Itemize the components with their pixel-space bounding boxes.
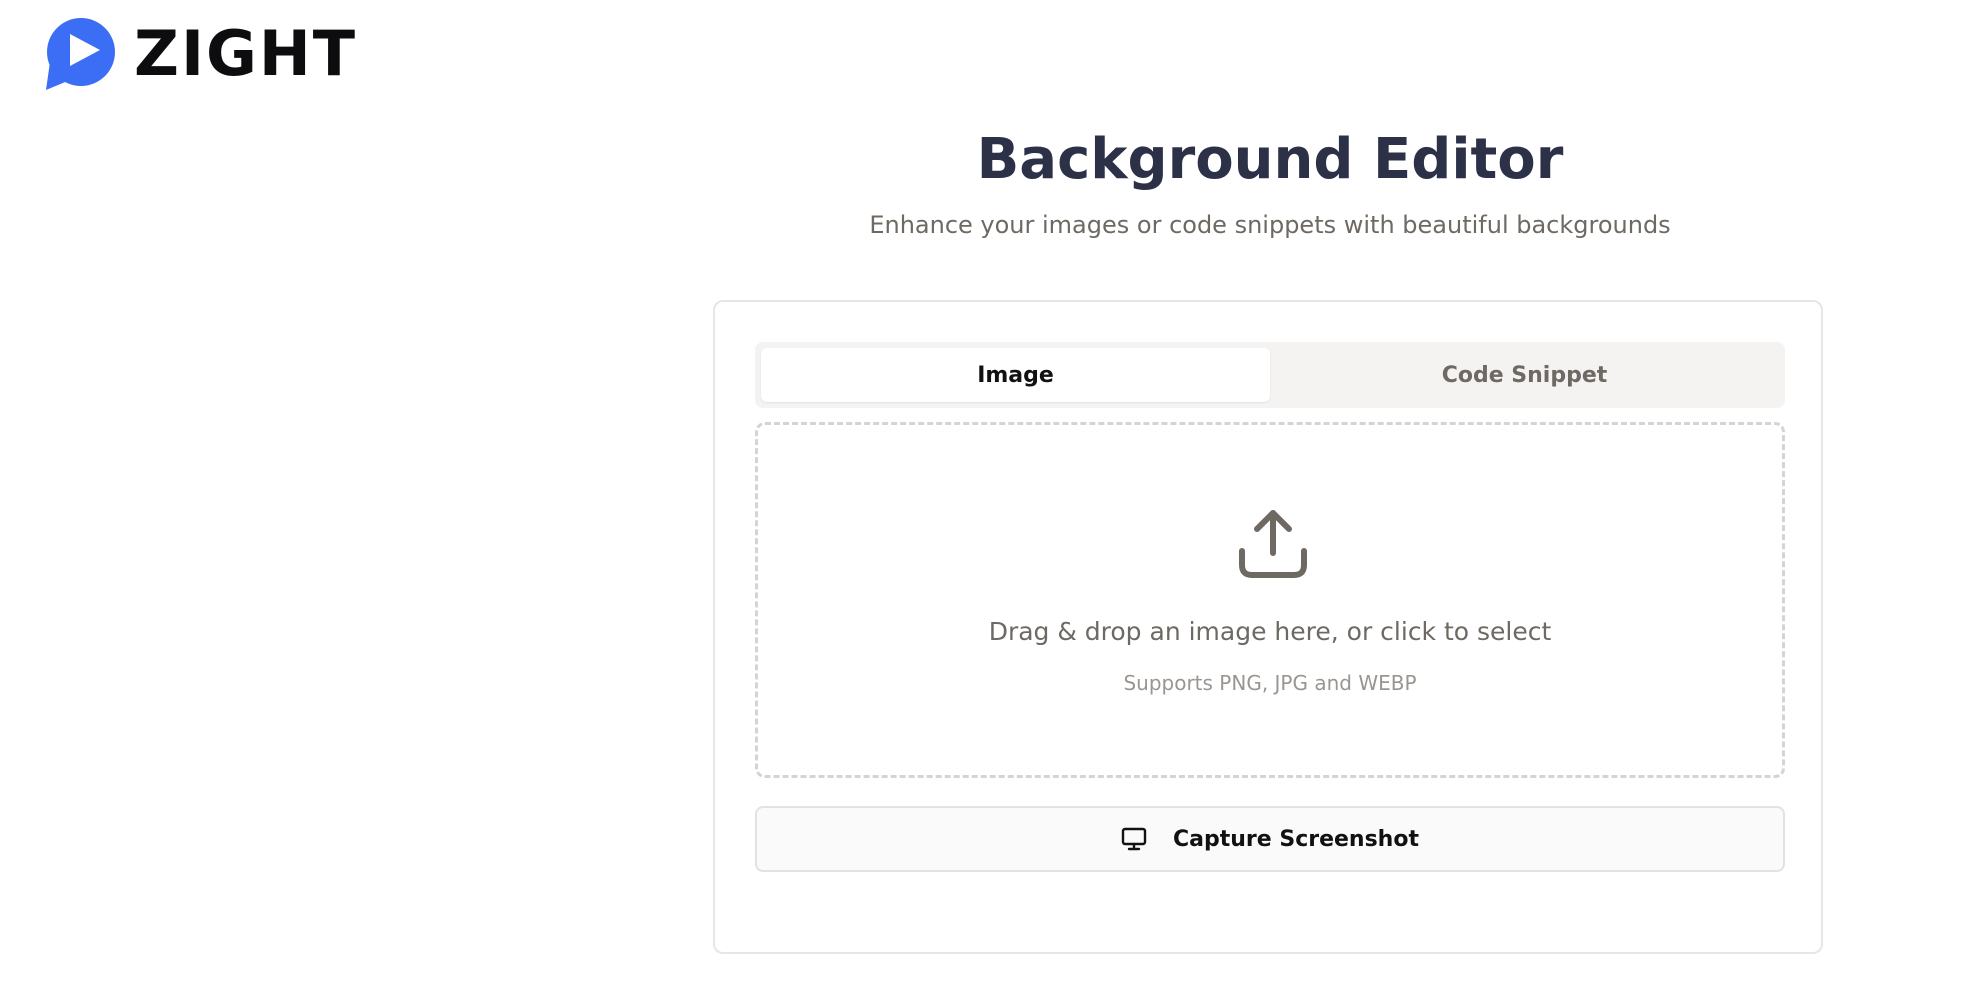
dropzone-text: Drag & drop an image here, or click to s… (988, 617, 1552, 646)
editor-card: Image Code Snippet Drag & drop an image … (713, 300, 1823, 954)
dropzone-hint: Supports PNG, JPG and WEBP (1123, 671, 1417, 695)
upload-icon (1239, 510, 1307, 578)
zight-play-bubble-icon (46, 18, 115, 90)
brand-name: ZIGHT (134, 17, 358, 90)
zight-logo[interactable]: ZIGHT (44, 18, 357, 90)
capture-screenshot-button[interactable]: Capture Screenshot (755, 806, 1785, 872)
monitor-icon (1121, 827, 1147, 851)
page: ZIGHT Background Editor Enhance your ima… (0, 0, 1978, 994)
page-subtitle: Enhance your images or code snippets wit… (869, 211, 1671, 239)
mode-tabs: Image Code Snippet (755, 342, 1785, 408)
page-title: Background Editor (976, 127, 1564, 192)
image-dropzone[interactable]: Drag & drop an image here, or click to s… (755, 422, 1785, 778)
tab-code-snippet[interactable]: Code Snippet (1270, 348, 1779, 402)
capture-screenshot-label: Capture Screenshot (1173, 826, 1419, 852)
tab-image[interactable]: Image (761, 348, 1270, 402)
